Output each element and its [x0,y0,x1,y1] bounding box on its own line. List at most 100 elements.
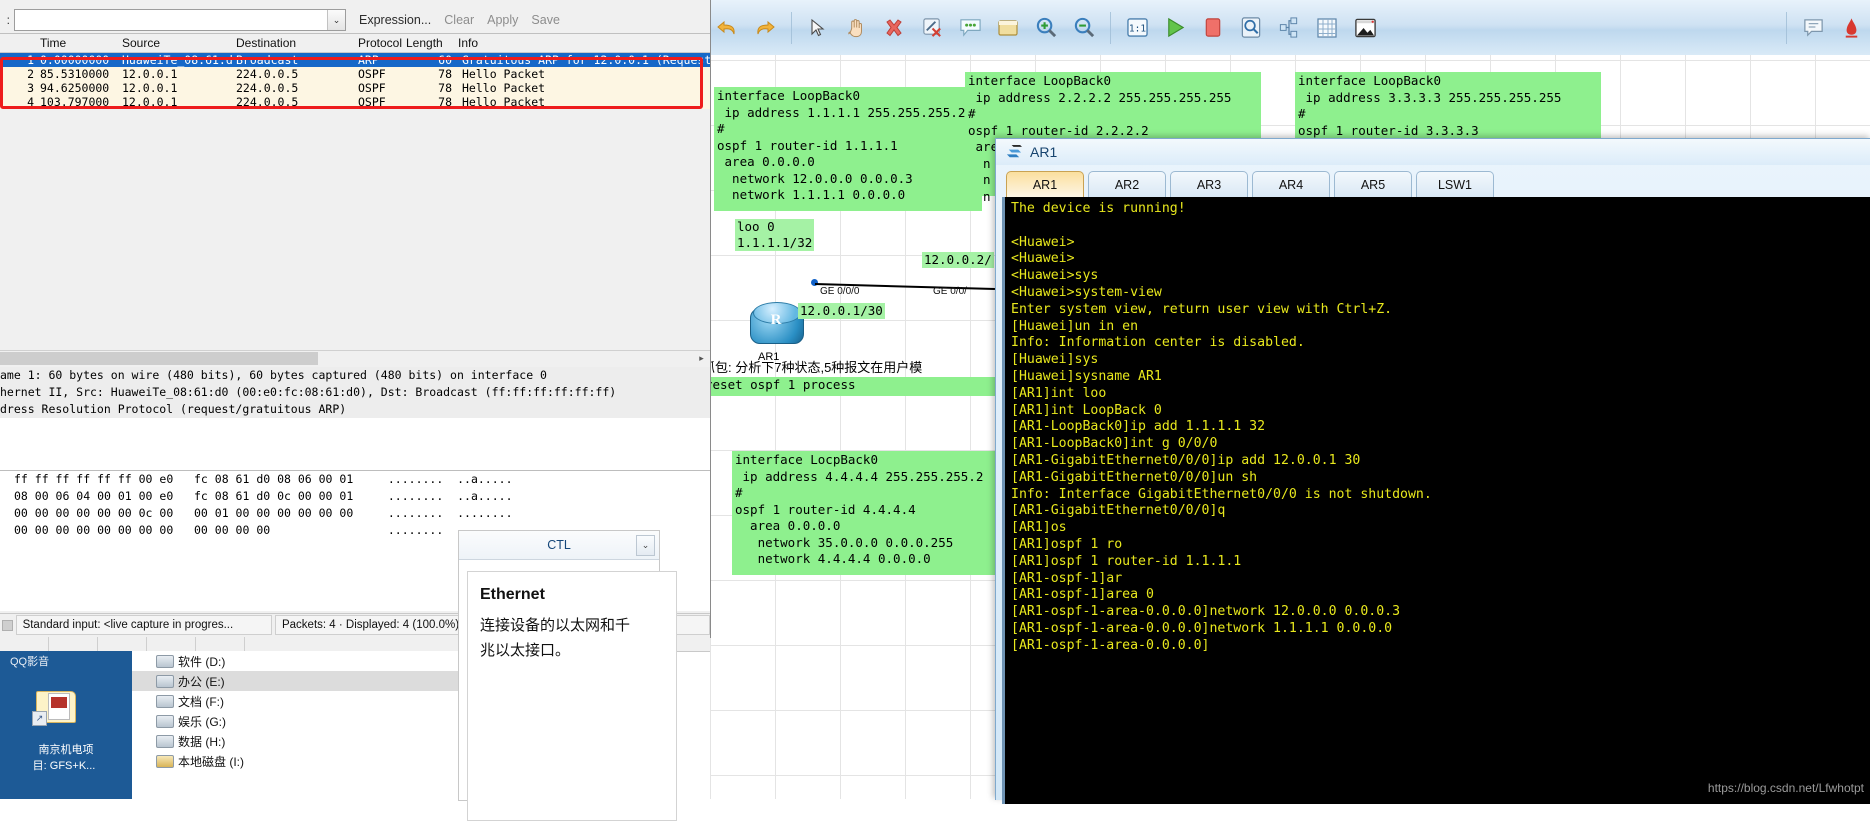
packet-list-pane[interactable]: No. Time Source Destination Protocol Len… [0,33,710,109]
column-header-destination[interactable]: Destination [232,36,354,50]
packet-no: 3 [27,81,34,95]
drive-icon [156,734,174,748]
packet-destination: 224.0.0.5 [236,67,299,81]
interface-label-right: GE 0/0/ [933,286,967,297]
explorer-toolbar-cell [98,637,147,651]
packet-protocol: OSPF [358,81,386,95]
detail-row-ethernet[interactable]: hernet II, Src: HuaweiTe_08:61:d0 (00:e0… [0,384,710,401]
svg-text:1:1: 1:1 [1128,23,1145,34]
detail-row-arp[interactable]: dress Resolution Protocol (request/gratu… [0,401,710,418]
desktop-folder-icon[interactable]: ↗ [28,687,80,737]
screenshot-icon[interactable] [1346,8,1384,48]
grid-icon[interactable] [1308,8,1346,48]
packet-source: 12.0.0.1 [122,67,178,81]
ar1-terminal-output[interactable]: The device is running! <Huawei> <Huawei>… [1002,197,1870,804]
tab-ar2[interactable]: AR2 [1088,171,1166,197]
stop-all-devices-icon[interactable] [1194,8,1232,48]
display-filter-input[interactable]: ⌄ [14,9,346,31]
ensp-toolbar: 1:1 [700,0,1870,56]
capture-note-line2: reset ospf 1 process [702,377,998,396]
packet-time: 94.6250000 [40,81,110,95]
expression-button[interactable]: Expression... [359,13,431,27]
delete-icon[interactable] [875,8,913,48]
zoom-reset-icon[interactable]: 1:1 [1118,8,1156,48]
start-all-devices-icon[interactable] [1156,8,1194,48]
zoom-out-icon[interactable] [1065,8,1103,48]
chevron-down-icon[interactable]: ⌄ [327,10,345,30]
packet-protocol: OSPF [358,67,386,81]
delete-link-icon[interactable] [913,8,951,48]
packet-details-empty-area [0,443,710,471]
document-thumb [51,697,67,708]
chevron-down-icon[interactable]: ⌄ [636,535,655,556]
drive-icon [156,714,174,728]
topology-tree-icon[interactable] [1270,8,1308,48]
comment-icon[interactable] [951,8,989,48]
ethernet-info-card: CTL ⌄ Ethernet 连接设备的以太网和千 兆以太接口。 [458,530,677,821]
packet-details-pane[interactable]: ame 1: 60 bytes on wire (480 bits), 60 b… [0,367,710,443]
explorer-toolbar-cell [0,637,49,651]
detail-row-frame[interactable]: ame 1: 60 bytes on wire (480 bits), 60 b… [0,367,710,384]
packet-row[interactable]: 4 103.797000 12.0.0.1 224.0.0.5 OSPF 78 … [0,95,710,109]
packet-protocol: OSPF [358,95,386,109]
huawei-logo-icon[interactable] [1832,8,1870,48]
ctl-label: CTL [547,538,571,552]
shape-rect-icon[interactable] [989,8,1027,48]
interface-label-left: GE 0/0/0 [820,286,860,297]
toolbar-separator [1110,11,1111,44]
column-header-info[interactable]: Info [454,36,710,50]
column-header-source[interactable]: Source [118,36,232,50]
chevron-right-icon[interactable]: ▸ [695,352,708,365]
document-shape [48,693,70,720]
undo-icon[interactable] [708,8,746,48]
packet-info: Gratuitous ARP for 12.0.0.1 (Request) [462,53,710,67]
drive-item-g[interactable]: 娱乐 (G:) [132,711,480,731]
packet-source: 12.0.0.1 [122,95,178,109]
drive-item-d[interactable]: 软件 (D:) [132,651,480,671]
zoom-in-icon[interactable] [1027,8,1065,48]
select-pointer-icon[interactable] [799,8,837,48]
packet-capture-icon[interactable] [1232,8,1270,48]
ethernet-description: 连接设备的以太网和千 兆以太接口。 [480,617,631,659]
hex-row: 00 00 00 00 00 00 0c 00 00 01 00 00 00 0… [14,506,513,520]
packet-info: Hello Packet [462,95,546,109]
packet-row[interactable]: 1 0.00000000 HuaweiTe_08:61:d0 Broadcast… [0,53,710,67]
expert-info-icon[interactable] [2,619,13,631]
column-header-length[interactable]: Length [406,36,454,50]
pan-hand-icon[interactable] [837,8,875,48]
drive-item-h[interactable]: 数据 (H:) [132,731,480,751]
column-header-no[interactable]: No. [0,36,36,50]
redo-icon[interactable] [746,8,784,48]
drive-icon [156,674,174,688]
drive-item-e[interactable]: 办公 (E:) [132,671,480,691]
packet-row[interactable]: 3 94.6250000 12.0.0.1 224.0.0.5 OSPF 78 … [0,81,710,95]
explorer-toolbar-cell [147,637,196,651]
packet-source: 12.0.0.1 [122,81,178,95]
apply-filter-button[interactable]: Apply [487,13,518,27]
tab-ar5[interactable]: AR5 [1334,171,1412,197]
tab-ar1[interactable]: AR1 [1006,171,1084,197]
save-filter-button[interactable]: Save [531,13,560,27]
tab-lsw1[interactable]: LSW1 [1416,171,1494,197]
drive-list[interactable]: 软件 (D:) 办公 (E:) 文档 (F:) 娱乐 (G:) 数据 (H:) … [132,651,480,799]
clear-filter-button[interactable]: Clear [444,13,474,27]
drive-item-i[interactable]: 本地磁盘 (I:) [132,751,480,771]
column-header-time[interactable]: Time [36,36,118,50]
capture-note-line1: 抓包: 分析下7种状态,5种报文在用户模 [702,360,923,375]
packet-no: 1 [27,53,34,67]
ar1-title-bar[interactable]: AR1 [996,139,1870,165]
ctl-selector[interactable]: CTL ⌄ [459,531,659,560]
feedback-icon[interactable] [1794,8,1832,48]
tab-ar3[interactable]: AR3 [1170,171,1248,197]
router-ar1-icon[interactable]: R [750,300,804,348]
packet-destination: 224.0.0.5 [236,81,299,95]
column-header-protocol[interactable]: Protocol [354,36,406,50]
drive-icon [156,694,174,708]
packet-list-hscrollbar[interactable]: ▸ [0,350,710,367]
packet-row[interactable]: 2 85.5310000 12.0.0.1 224.0.0.5 OSPF 78 … [0,67,710,81]
packet-destination: Broadcast [236,53,299,67]
scrollbar-thumb[interactable] [0,352,318,365]
drive-item-f[interactable]: 文档 (F:) [132,691,480,711]
tab-ar4[interactable]: AR4 [1252,171,1330,197]
ar1-console-window: AR1 AR1 AR2 AR3 AR4 AR5 LSW1 The device … [995,138,1870,804]
